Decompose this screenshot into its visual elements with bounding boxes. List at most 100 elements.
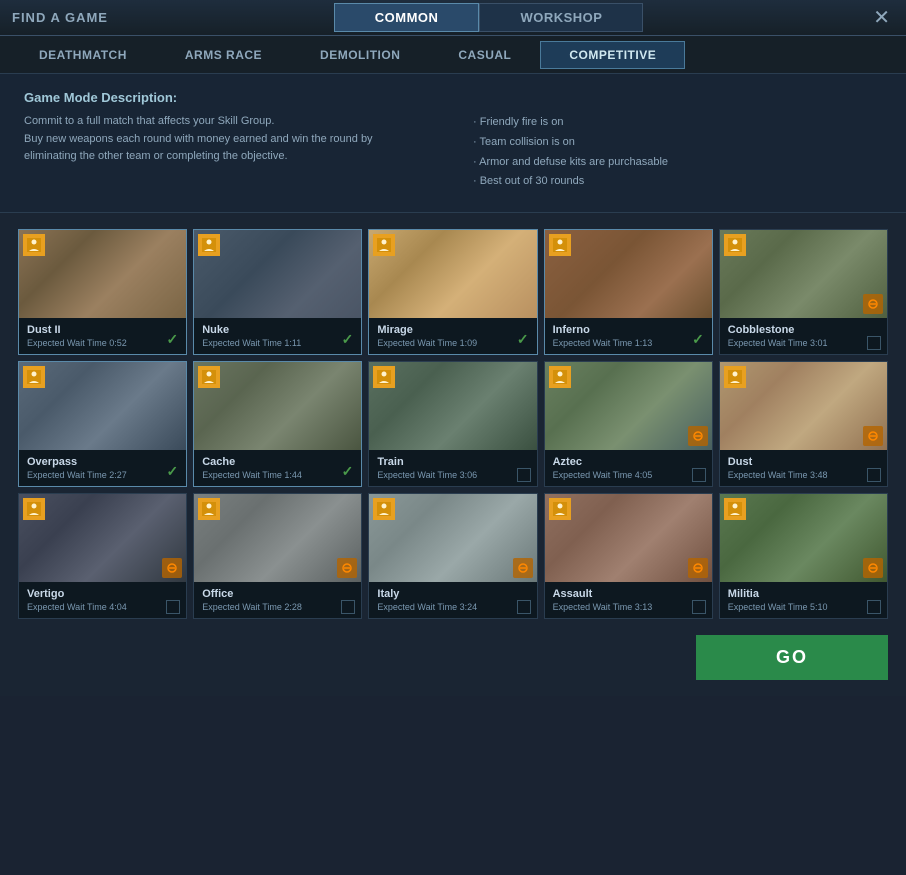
not-available-badge-italy [513, 558, 533, 578]
map-name-mirage: Mirage [377, 324, 528, 336]
map-wait-overpass: Expected Wait Time 2:27 [27, 470, 178, 480]
desc-rule-1: · Friendly fire is on [473, 113, 882, 133]
map-card-dust[interactable]: DustExpected Wait Time 3:48 [719, 361, 888, 487]
map-thumbnail-dust [720, 362, 887, 450]
not-available-badge-militia [863, 558, 883, 578]
not-available-badge-aztec [688, 426, 708, 446]
map-name-cobblestone: Cobblestone [728, 324, 879, 336]
map-icon-mirage [373, 234, 395, 256]
map-info-dust2: Dust IIExpected Wait Time 0:52✓ [19, 318, 186, 354]
map-info-mirage: Mirage Expected Wait Time 1:09✓ [369, 318, 536, 354]
map-wait-nuke: Expected Wait Time 1:11 [202, 338, 353, 348]
map-info-cache: CacheExpected Wait Time 1:44✓ [194, 450, 361, 486]
desc-rule-3: · Armor and defuse kits are purchasable [473, 153, 882, 173]
tab-workshop[interactable]: Workshop [479, 3, 643, 32]
map-card-office[interactable]: OfficeExpected Wait Time 2:28 [193, 493, 362, 619]
go-button[interactable]: GO [696, 635, 888, 680]
map-wait-mirage: Expected Wait Time 1:09 [377, 338, 528, 348]
map-card-aztec[interactable]: Aztec Expected Wait Time 4:05 [544, 361, 713, 487]
not-available-badge-office [337, 558, 357, 578]
map-thumbnail-nuke [194, 230, 361, 318]
map-checkbox-train [517, 468, 531, 482]
map-card-nuke[interactable]: NukeExpected Wait Time 1:11✓ [193, 229, 362, 355]
map-name-aztec: Aztec [553, 456, 704, 468]
description-right: · Friendly fire is on · Team collision i… [473, 113, 882, 192]
map-wait-aztec: Expected Wait Time 4:05 [553, 470, 704, 480]
desc-rule-4: · Best out of 30 rounds [473, 172, 882, 192]
map-name-dust2: Dust II [27, 324, 178, 336]
map-thumbnail-cobblestone [720, 230, 887, 318]
map-wait-cache: Expected Wait Time 1:44 [202, 470, 353, 480]
map-wait-train: Expected Wait Time 3:06 [377, 470, 528, 480]
tab-common[interactable]: Common [334, 3, 480, 32]
map-card-italy[interactable]: ItalyExpected Wait Time 3:24 [368, 493, 537, 619]
map-info-italy: ItalyExpected Wait Time 3:24 [369, 582, 536, 618]
map-card-cache[interactable]: CacheExpected Wait Time 1:44✓ [193, 361, 362, 487]
map-thumbnail-train [369, 362, 536, 450]
desc-line-2: Buy new weapons each round with money ea… [24, 131, 433, 149]
map-check-mirage: ✓ [517, 331, 529, 348]
map-name-italy: Italy [377, 588, 528, 600]
map-checkbox-italy [517, 600, 531, 614]
map-icon-cache [198, 366, 220, 388]
map-wait-cobblestone: Expected Wait Time 3:01 [728, 338, 879, 348]
map-wait-vertigo: Expected Wait Time 4:04 [27, 602, 178, 612]
map-thumbnail-militia [720, 494, 887, 582]
map-icon-overpass [23, 366, 45, 388]
map-name-dust: Dust [728, 456, 879, 468]
map-name-office: Office [202, 588, 353, 600]
map-icon-inferno [549, 234, 571, 256]
subtab-demolition[interactable]: Demolition [291, 41, 429, 69]
map-checkbox-vertigo [166, 600, 180, 614]
map-info-assault: AssaultExpected Wait Time 3:13 [545, 582, 712, 618]
map-thumbnail-mirage [369, 230, 536, 318]
header: Find A Game Common Workshop ✕ [0, 0, 906, 36]
description-columns: Commit to a full match that affects your… [24, 113, 882, 192]
desc-rule-2: · Team collision is on [473, 133, 882, 153]
map-card-cobblestone[interactable]: Cobblestone Expected Wait Time 3:01 [719, 229, 888, 355]
map-name-assault: Assault [553, 588, 704, 600]
map-thumbnail-inferno [545, 230, 712, 318]
map-name-inferno: Inferno [553, 324, 704, 336]
map-info-dust: DustExpected Wait Time 3:48 [720, 450, 887, 486]
map-card-overpass[interactable]: Overpass Expected Wait Time 2:27✓ [18, 361, 187, 487]
map-thumbnail-aztec [545, 362, 712, 450]
map-info-office: OfficeExpected Wait Time 2:28 [194, 582, 361, 618]
map-grid-container: Dust II Expected Wait Time 0:52 ✓ Nuke Expe… [0, 213, 906, 619]
map-thumbnail-office [194, 494, 361, 582]
map-checkbox-aztec [692, 468, 706, 482]
description-title: Game Mode Description: [24, 90, 882, 105]
map-icon-cobblestone [724, 234, 746, 256]
map-check-overpass: ✓ [166, 463, 178, 480]
map-checkbox-assault [692, 600, 706, 614]
not-available-badge-cobblestone [863, 294, 883, 314]
description-box: Game Mode Description: Commit to a full … [0, 74, 906, 213]
map-card-mirage[interactable]: Mirage Expected Wait Time 1:09✓ [368, 229, 537, 355]
subtab-casual[interactable]: Casual [429, 41, 540, 69]
map-name-vertigo: Vertigo [27, 588, 178, 600]
map-icon-vertigo [23, 498, 45, 520]
subtabs-bar: Deathmatch Arms Race Demolition Casual C… [0, 36, 906, 74]
map-card-assault[interactable]: AssaultExpected Wait Time 3:13 [544, 493, 713, 619]
map-name-cache: Cache [202, 456, 353, 468]
map-name-overpass: Overpass [27, 456, 178, 468]
map-checkbox-cobblestone [867, 336, 881, 350]
map-card-militia[interactable]: MilitiaExpected Wait Time 5:10 [719, 493, 888, 619]
close-button[interactable]: ✕ [869, 5, 894, 30]
map-wait-dust2: Expected Wait Time 0:52 [27, 338, 178, 348]
map-card-inferno[interactable]: InfernoExpected Wait Time 1:13✓ [544, 229, 713, 355]
map-checkbox-office [341, 600, 355, 614]
map-card-dust2[interactable]: Dust IIExpected Wait Time 0:52✓ [18, 229, 187, 355]
subtab-competitive[interactable]: Competitive [540, 41, 685, 69]
map-card-train[interactable]: TrainExpected Wait Time 3:06 [368, 361, 537, 487]
map-info-inferno: InfernoExpected Wait Time 1:13✓ [545, 318, 712, 354]
subtab-deathmatch[interactable]: Deathmatch [10, 41, 156, 69]
map-icon-train [373, 366, 395, 388]
subtab-armsrace[interactable]: Arms Race [156, 41, 291, 69]
desc-line-1: Commit to a full match that affects your… [24, 113, 433, 131]
map-thumbnail-vertigo [19, 494, 186, 582]
map-card-vertigo[interactable]: Vertigo Expected Wait Time 4:04 [18, 493, 187, 619]
map-name-nuke: Nuke [202, 324, 353, 336]
main-tabs: Common Workshop [108, 3, 869, 32]
map-icon-nuke [198, 234, 220, 256]
